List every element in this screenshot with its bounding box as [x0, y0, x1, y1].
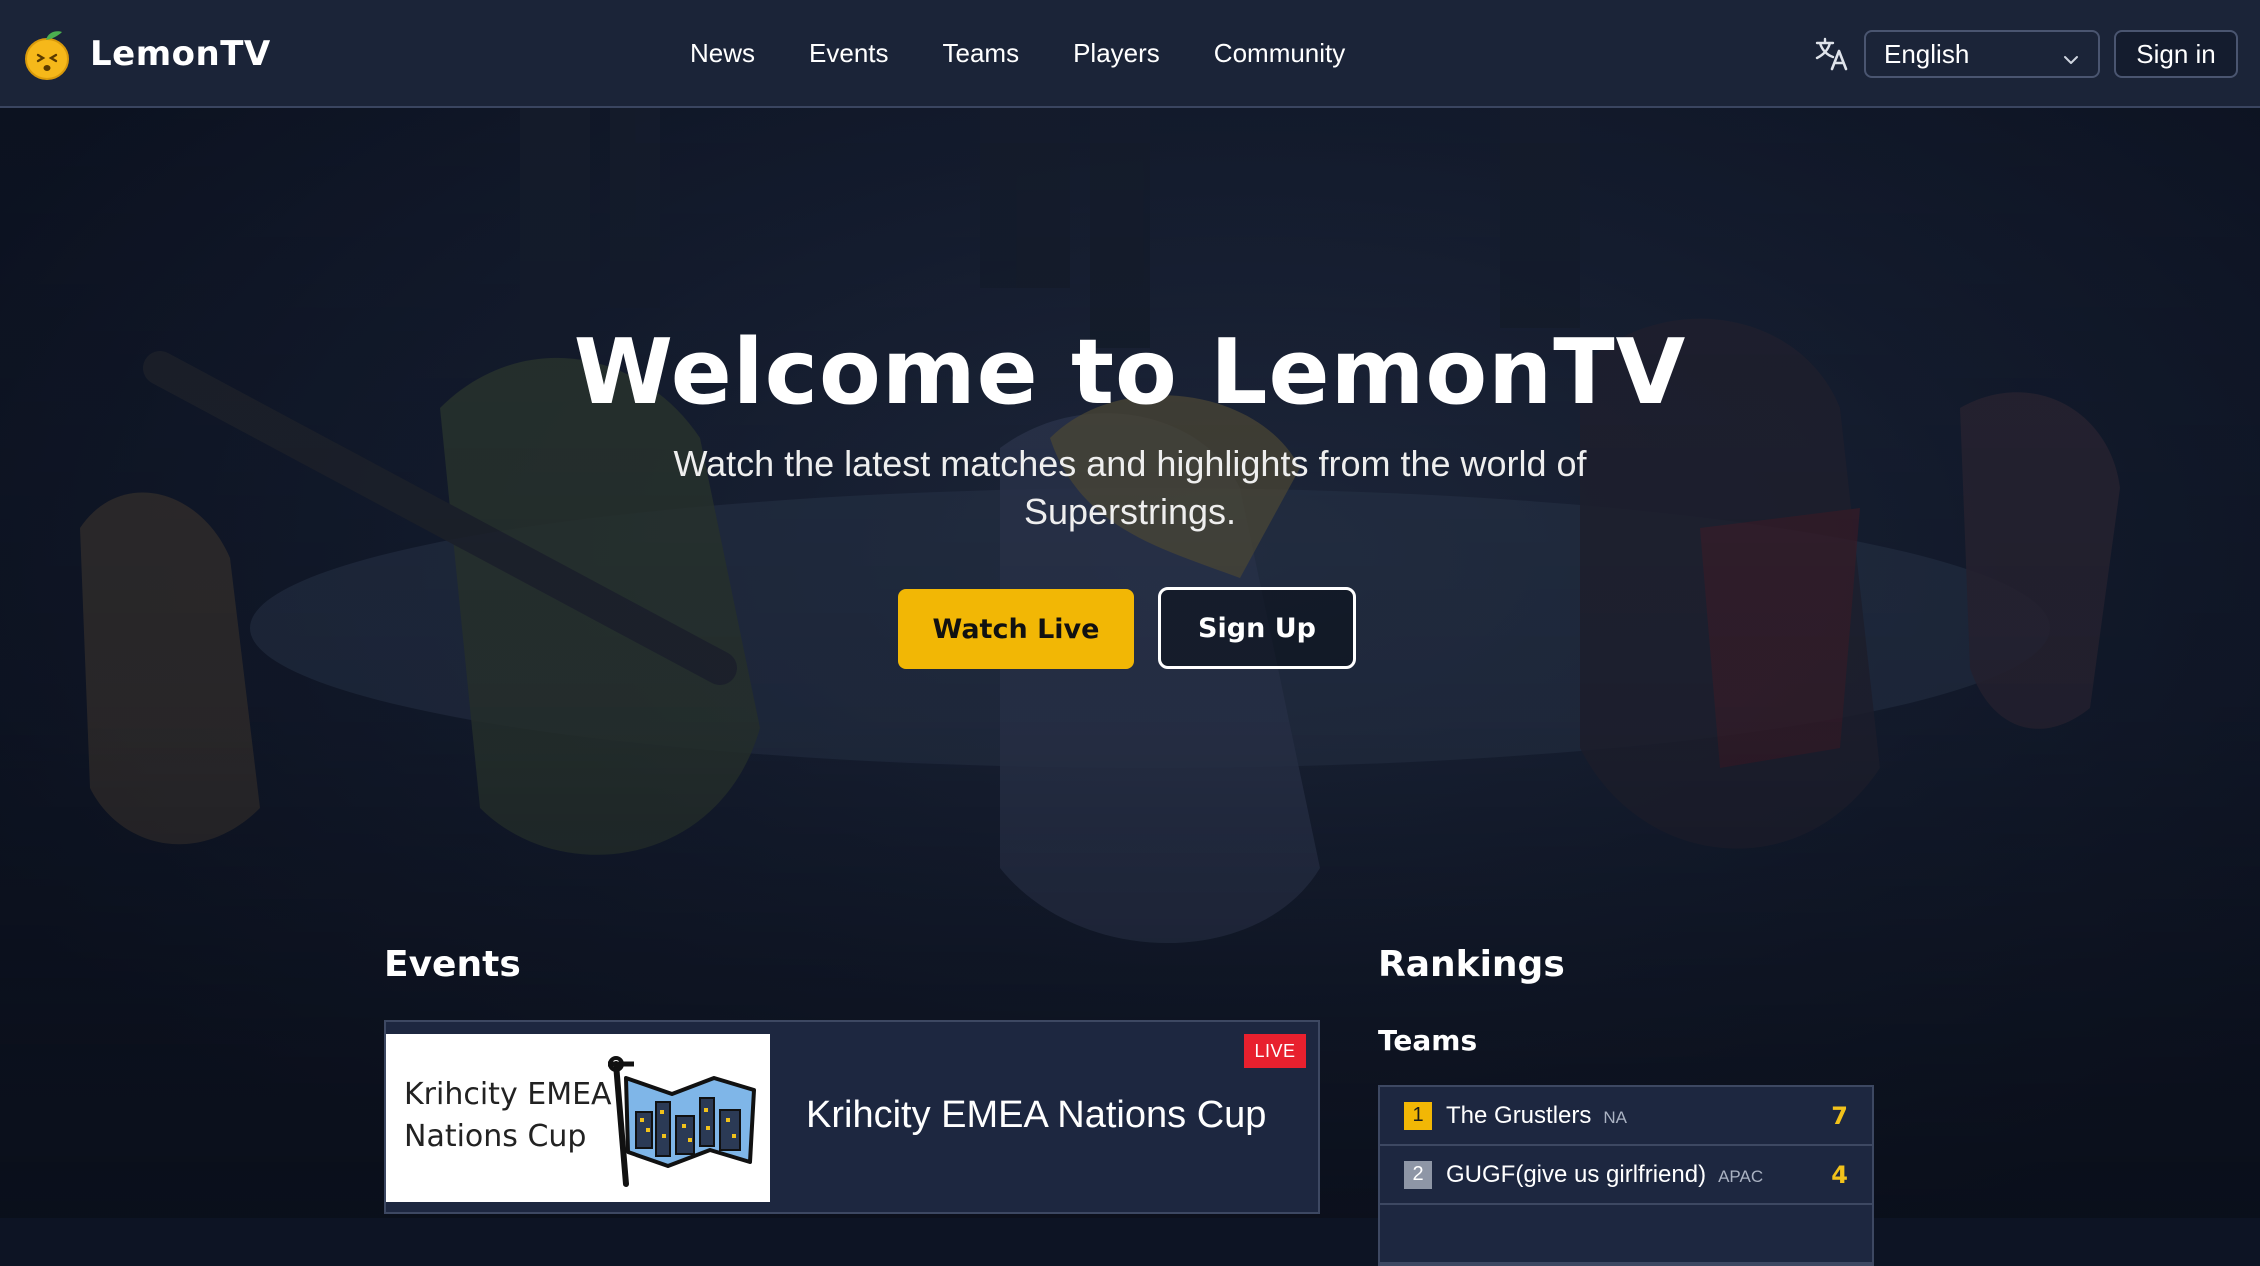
team-score: 7 [1831, 1101, 1848, 1130]
team-score: 4 [1831, 1160, 1848, 1189]
rankings-teams-subtitle: Teams [1378, 1024, 1478, 1057]
language-select-value: English [1884, 38, 1970, 69]
event-title: Krihcity EMEA Nations Cup [806, 1094, 1267, 1136]
lemon-logo-icon [24, 28, 70, 80]
team-name: The Grustlers [1446, 1101, 1592, 1129]
translate-icon [1814, 36, 1850, 72]
sign-up-button[interactable]: Sign Up [1158, 587, 1356, 669]
nav-teams[interactable]: Teams [943, 30, 1020, 77]
rankings-section-title: Rankings [1378, 944, 1565, 985]
ranking-row[interactable]: 1 The Grustlers NA 7 [1380, 1087, 1872, 1146]
team-name: GUGF(give us girlfriend) [1446, 1160, 1707, 1188]
events-section-title: Events [384, 944, 521, 985]
nav-news[interactable]: News [690, 30, 755, 77]
hero-title: Welcome to LemonTV [573, 320, 1687, 425]
main-nav: News Events Teams Players Community [690, 30, 1345, 77]
event-thumbnail-text: Krihcity EMEA Nations Cup [404, 1077, 612, 1154]
chevron-down-icon [2062, 45, 2080, 64]
nav-events[interactable]: Events [809, 30, 889, 77]
flag-map-icon [608, 1056, 756, 1187]
team-region: APAC [1718, 1166, 1764, 1186]
hero-subtitle: Watch the latest matches and highlights … [673, 443, 1587, 532]
nav-community[interactable]: Community [1214, 30, 1345, 77]
live-badge: LIVE [1244, 1034, 1306, 1068]
event-card[interactable]: Krihcity EMEA Nations Cup Krihcity EMEA … [384, 1020, 1320, 1214]
logo-link[interactable]: LemonTV [24, 26, 271, 82]
rank-number: 1 [1404, 1101, 1432, 1130]
ranking-row[interactable]: 2 GUGF(give us girlfriend) APAC 4 [1380, 1146, 1872, 1205]
nav-players[interactable]: Players [1073, 30, 1160, 77]
team-rankings-list: 1 The Grustlers NA 7 2 GUGF(give us girl… [1378, 1085, 1874, 1266]
logo-text: LemonTV [90, 34, 271, 74]
team-region: NA [1603, 1107, 1627, 1127]
language-select[interactable]: English [1864, 30, 2100, 78]
top-navbar: LemonTV News Events Teams Players Commun… [0, 0, 2260, 108]
event-thumbnail: Krihcity EMEA Nations Cup [386, 1034, 770, 1202]
watch-live-button[interactable]: Watch Live [898, 589, 1134, 669]
sign-in-button[interactable]: Sign in [2114, 30, 2238, 78]
ranking-row-partial[interactable] [1380, 1205, 1872, 1264]
rank-number: 2 [1404, 1160, 1432, 1189]
